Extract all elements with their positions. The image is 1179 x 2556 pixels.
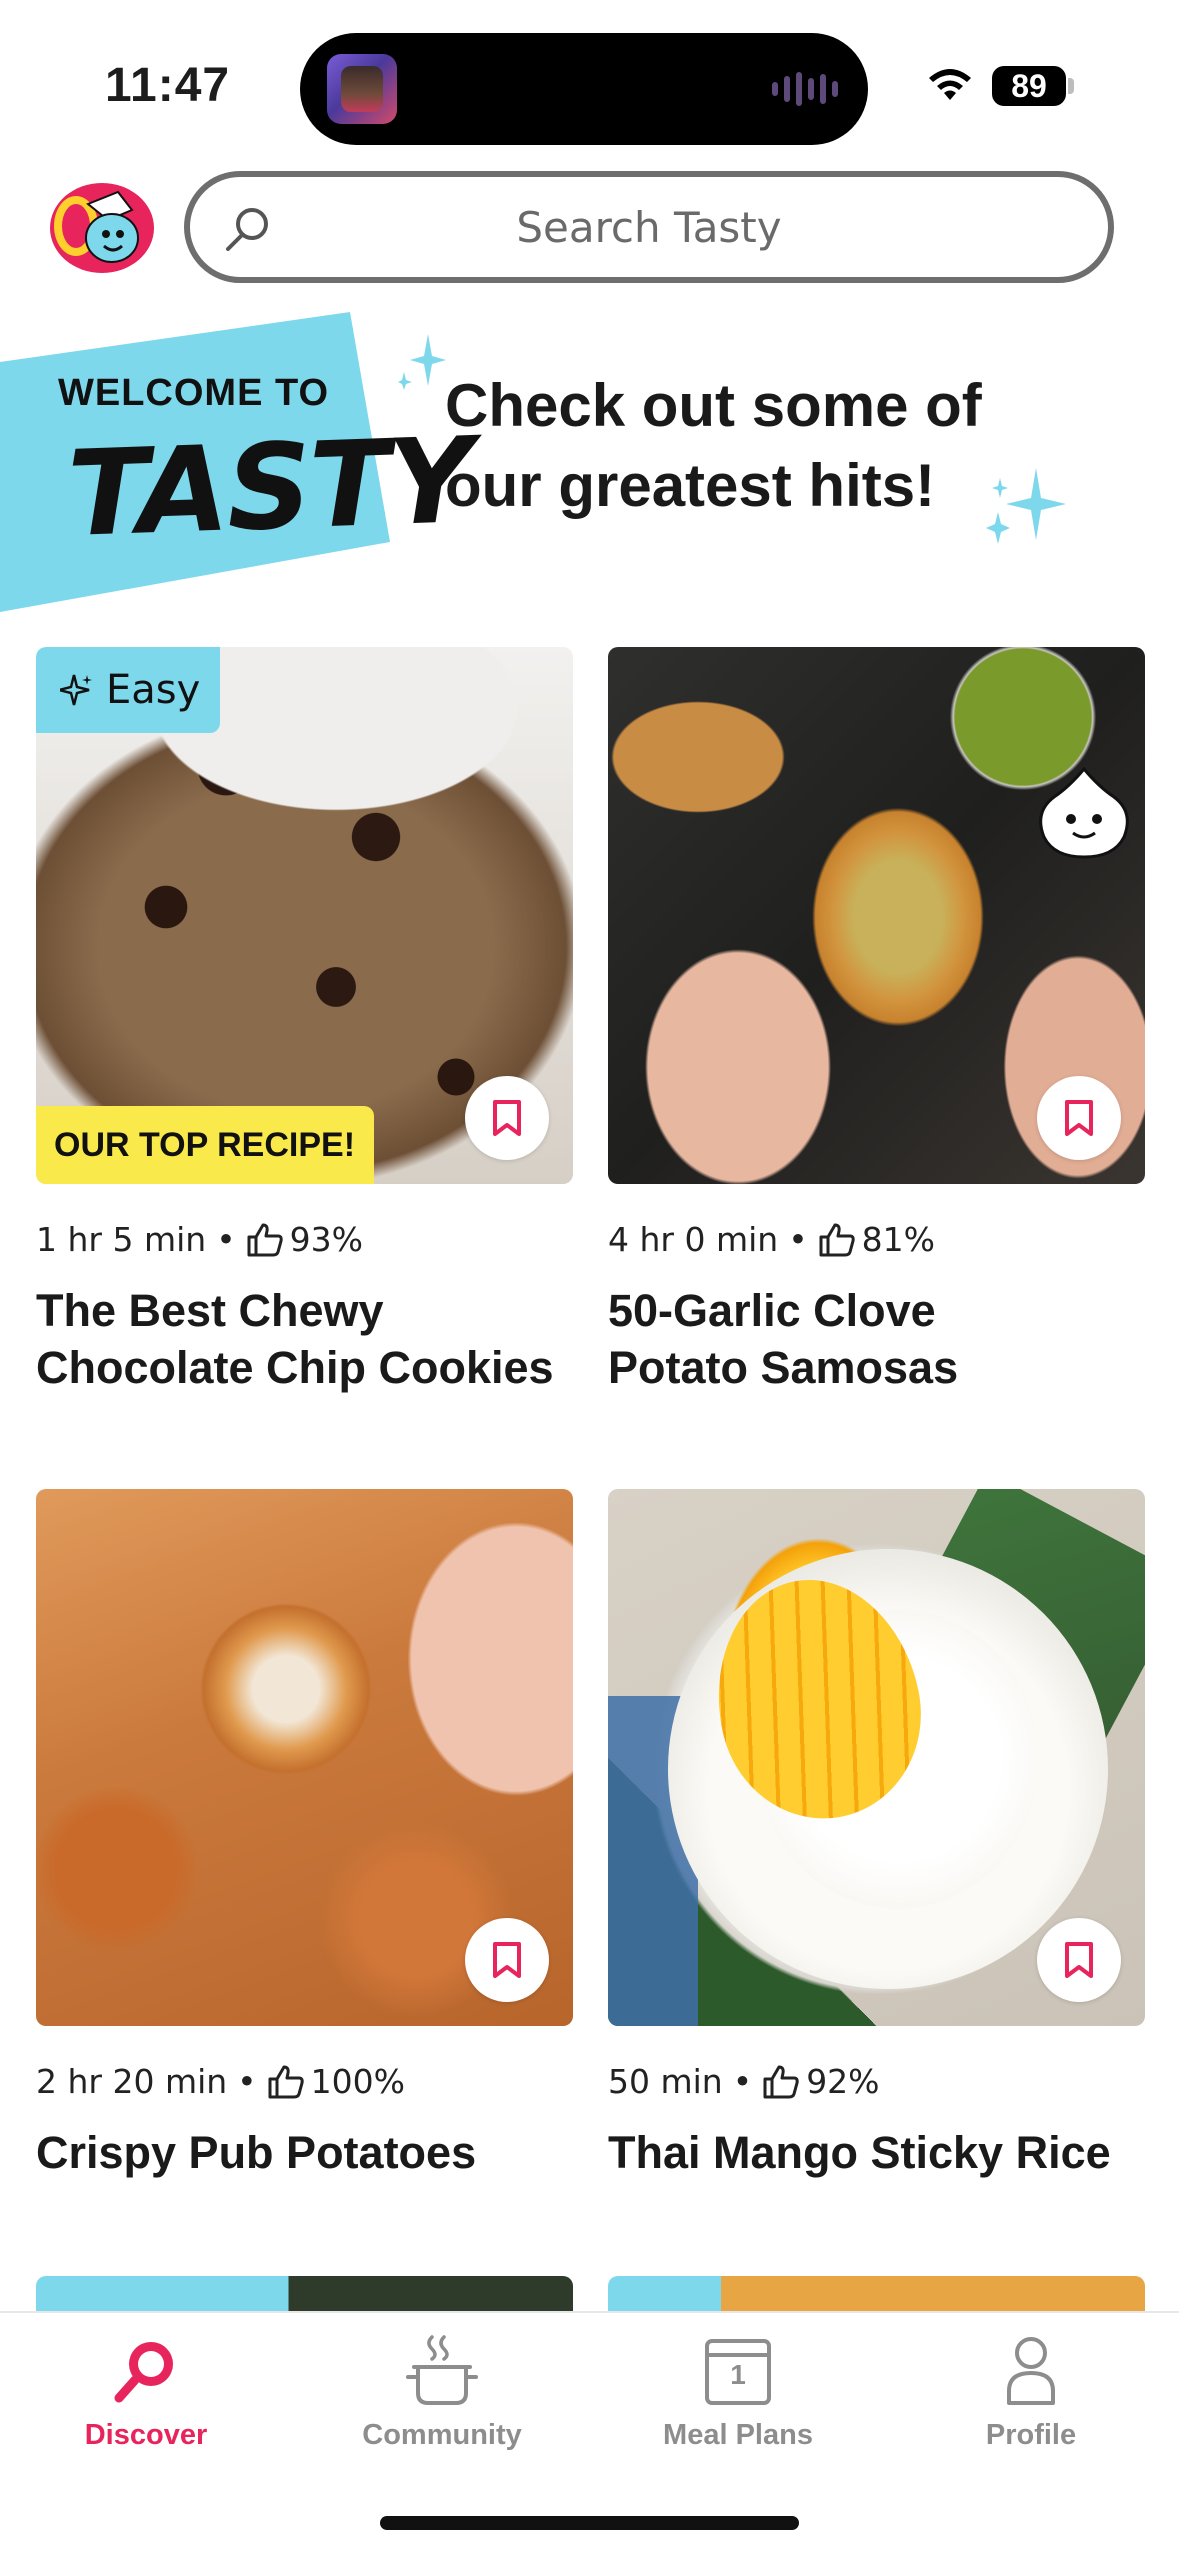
- bookmark-icon: [1065, 1100, 1093, 1136]
- tasty-wordmark: TASTY: [65, 410, 474, 564]
- tab-community[interactable]: Community: [342, 2313, 542, 2463]
- recipe-title-line-1: Crispy Pub Potatoes: [36, 2127, 477, 2178]
- recipe-image[interactable]: [608, 647, 1145, 1184]
- headline-line-1: Check out some of: [445, 372, 982, 439]
- recipe-card-peek[interactable]: [36, 2276, 573, 2316]
- bookmark-button[interactable]: [1037, 1076, 1121, 1160]
- search-bar[interactable]: [184, 171, 1114, 283]
- status-time: 11:47: [105, 59, 231, 112]
- thumbs-up-icon: [247, 1223, 283, 1256]
- audio-waveform-icon: [772, 71, 838, 107]
- recipe-time: 50 min: [608, 2062, 723, 2101]
- bookmark-button[interactable]: [465, 1076, 549, 1160]
- sparkle-icon: [398, 334, 446, 390]
- thumbs-up-icon: [268, 2065, 304, 2098]
- recipe-title[interactable]: Crispy Pub Potatoes: [36, 2124, 596, 2181]
- battery-icon: 89: [992, 66, 1066, 106]
- easy-badge-label: Easy: [106, 667, 201, 713]
- recipe-rating: 81%: [861, 1220, 936, 1259]
- wifi-icon: [929, 69, 971, 100]
- sparkle-icon: [60, 674, 92, 706]
- tab-label: Profile: [985, 2419, 1077, 2451]
- community-pot-icon: [406, 2335, 478, 2405]
- garlic-doodle-icon: [1039, 766, 1129, 859]
- calendar-day: 1: [730, 2359, 746, 2390]
- separator-dot: •: [788, 1220, 808, 1259]
- recipe-card[interactable]: [36, 1489, 573, 2026]
- recipe-title-line-1: The Best Chewy: [36, 1285, 384, 1336]
- recipe-title[interactable]: Thai Mango Sticky Rice: [608, 2124, 1168, 2181]
- tab-label: Community: [362, 2419, 522, 2451]
- now-playing-thumbnail: [327, 54, 397, 124]
- home-indicator[interactable]: [380, 2516, 799, 2530]
- thumbs-up-icon: [763, 2065, 799, 2098]
- bookmark-icon: [493, 1100, 521, 1136]
- recipe-rating: 100%: [310, 2062, 405, 2101]
- bookmark-button[interactable]: [1037, 1918, 1121, 2002]
- recipe-title-line-2: Chocolate Chip Cookies: [36, 1342, 554, 1393]
- recipe-time: 1 hr 5 min: [36, 1220, 207, 1259]
- bookmark-icon: [1065, 1942, 1093, 1978]
- tab-profile[interactable]: Profile: [931, 2313, 1131, 2463]
- recipe-rating: 93%: [289, 1220, 364, 1259]
- recipe-card-peek[interactable]: [608, 2276, 1145, 2316]
- sparkle-icon: [986, 468, 1066, 544]
- recipe-time: 4 hr 0 min: [608, 1220, 779, 1259]
- dynamic-island[interactable]: [300, 33, 868, 145]
- recipe-title-line-2: Potato Samosas: [608, 1342, 959, 1393]
- tab-label: Discover: [84, 2419, 208, 2451]
- top-recipe-badge: OUR TOP RECIPE!: [36, 1106, 374, 1184]
- thumbs-up-icon: [819, 1223, 855, 1256]
- tab-meal-plans[interactable]: 1 Meal Plans: [638, 2313, 838, 2463]
- bookmark-icon: [493, 1942, 521, 1978]
- recipe-card[interactable]: [608, 1489, 1145, 2026]
- separator-dot: •: [216, 1220, 236, 1259]
- bookmark-button[interactable]: [465, 1918, 549, 2002]
- recipe-meta: 50 min • 92%: [608, 2062, 880, 2101]
- recipe-time: 2 hr 20 min: [36, 2062, 228, 2101]
- recipe-card[interactable]: [608, 647, 1145, 1184]
- recipe-image[interactable]: Easy OUR TOP RECIPE!: [36, 647, 573, 1184]
- tab-label: Meal Plans: [663, 2419, 813, 2451]
- welcome-label: WELCOME TO: [58, 372, 330, 414]
- recipe-rating: 92%: [806, 2062, 880, 2101]
- recipe-meta: 4 hr 0 min • 81%: [608, 1220, 935, 1259]
- recipe-image[interactable]: [36, 1489, 573, 2026]
- recipe-title-line-1: Thai Mango Sticky Rice: [608, 2127, 1111, 2178]
- tab-discover[interactable]: Discover: [46, 2313, 246, 2463]
- discover-whisk-icon: [114, 2342, 173, 2403]
- recipe-title[interactable]: 50-Garlic Clove Potato Samosas: [608, 1282, 1168, 1396]
- search-input[interactable]: [190, 177, 1108, 277]
- tasty-mascot-logo[interactable]: [48, 180, 156, 275]
- separator-dot: •: [237, 2062, 257, 2101]
- recipe-title-line-1: 50-Garlic Clove: [608, 1285, 936, 1336]
- separator-dot: •: [732, 2062, 753, 2101]
- profile-icon: [1007, 2337, 1055, 2405]
- recipe-card[interactable]: Easy OUR TOP RECIPE!: [36, 647, 573, 1184]
- battery-cap: [1068, 78, 1074, 94]
- recipe-title[interactable]: The Best Chewy Chocolate Chip Cookies: [36, 1282, 596, 1396]
- recipe-meta: 1 hr 5 min • 93%: [36, 1220, 363, 1259]
- recipe-image[interactable]: [608, 1489, 1145, 2026]
- easy-badge: Easy: [36, 647, 220, 733]
- recipe-meta: 2 hr 20 min • 100%: [36, 2062, 405, 2101]
